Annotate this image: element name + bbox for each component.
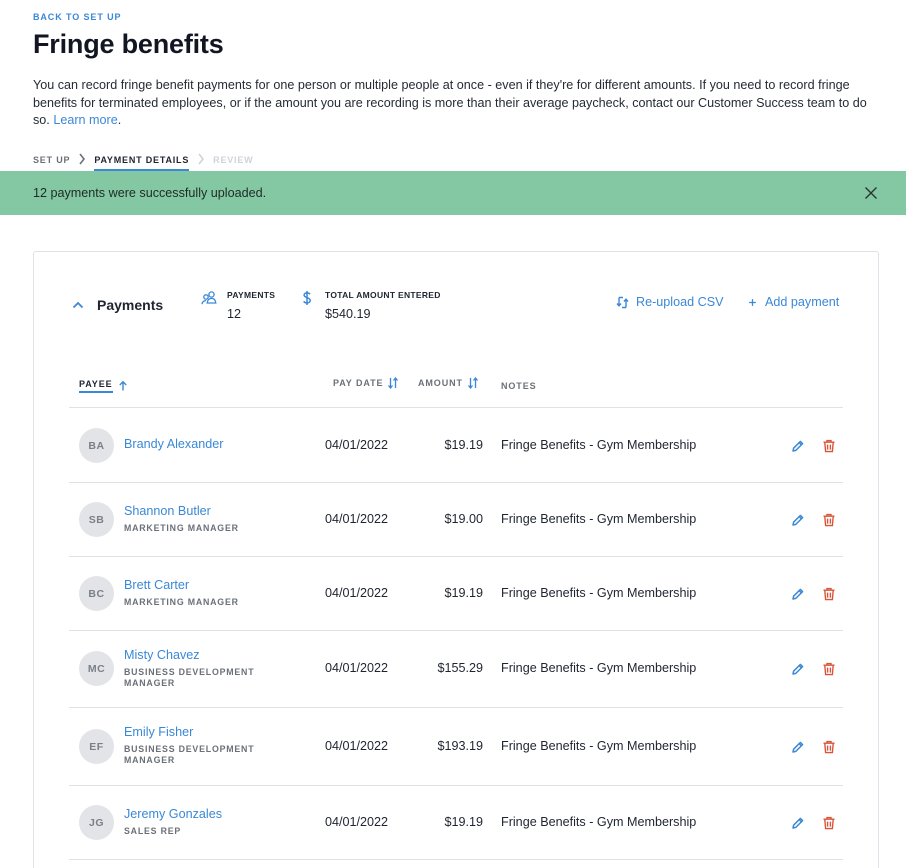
pay-date-header-label: PAY DATE bbox=[333, 378, 384, 388]
back-to-setup-link[interactable]: BACK TO SET UP bbox=[33, 12, 121, 22]
pencil-icon[interactable] bbox=[791, 740, 805, 754]
amount-cell: $19.00 bbox=[444, 512, 483, 526]
payee-name-link[interactable]: Brett Carter bbox=[124, 578, 189, 592]
column-pay-date[interactable]: PAY DATE bbox=[333, 377, 399, 389]
notes-cell: Fringe Benefits - Gym Membership bbox=[501, 739, 697, 753]
pay-date-cell: 04/01/2022 bbox=[325, 815, 389, 829]
amount-cell: $19.19 bbox=[444, 586, 483, 600]
plus-icon bbox=[749, 298, 756, 306]
trash-icon[interactable] bbox=[822, 439, 836, 453]
step-set-up[interactable]: SET UP bbox=[33, 151, 70, 171]
total-amount-value: $540.19 bbox=[325, 307, 371, 321]
trash-icon[interactable] bbox=[822, 587, 836, 601]
pencil-icon[interactable] bbox=[791, 816, 805, 830]
intro-end: . bbox=[117, 113, 122, 127]
step-review: REVIEW bbox=[213, 155, 254, 165]
table-row: SB Shannon Butler MARKETING MANAGER 04/01/2… bbox=[69, 483, 843, 557]
chevron-right-icon bbox=[198, 153, 205, 165]
chevron-up-icon[interactable] bbox=[72, 300, 84, 310]
trash-icon[interactable] bbox=[822, 816, 836, 830]
payee-name-link[interactable]: Jeremy Gonzales bbox=[124, 807, 222, 821]
payee-name-link[interactable]: Shannon Butler bbox=[124, 504, 211, 518]
table-row: MC Misty Chavez BUSINESS DEVELOPMENT MANAG… bbox=[69, 631, 843, 708]
payee-job-title: MARKETING MANAGER bbox=[124, 523, 239, 533]
payments-card: Payments PAYMENTS 12 TOTAL AMOUNT ENTERE… bbox=[33, 251, 879, 868]
amount-header-label: AMOUNT bbox=[418, 378, 463, 388]
intro-body: You can record fringe benefit payments f… bbox=[33, 78, 867, 127]
notes-cell: Fringe Benefits - Gym Membership bbox=[501, 586, 697, 600]
amount-cell: $155.29 bbox=[437, 661, 483, 675]
pay-date-cell: 04/01/2022 bbox=[325, 438, 389, 452]
amount-cell: $19.19 bbox=[444, 438, 483, 452]
notes-cell: Fringe Benefits - Gym Membership bbox=[501, 438, 697, 452]
avatar: EF bbox=[79, 729, 114, 764]
arrow-up-icon bbox=[118, 380, 127, 391]
notes-cell: Fringe Benefits - Gym Membership bbox=[501, 512, 697, 526]
table-row: EF Emily Fisher BUSINESS DEVELOPMENT MANAG… bbox=[69, 708, 843, 786]
payments-summary: Payments PAYMENTS 12 TOTAL AMOUNT ENTERE… bbox=[34, 252, 880, 352]
avatar: JG bbox=[79, 805, 114, 840]
payee-name-link[interactable]: Emily Fisher bbox=[124, 725, 193, 739]
reupload-csv-button[interactable]: Re-upload CSV bbox=[616, 295, 724, 309]
table-row: BA Brandy Alexander 04/01/2022 $19.19 Fringe… bbox=[69, 409, 843, 483]
payments-section-title: Payments bbox=[97, 297, 164, 313]
banner-message: 12 payments were successfully uploaded. bbox=[33, 186, 267, 200]
pay-date-cell: 04/01/2022 bbox=[325, 739, 389, 753]
intro-text: You can record fringe benefit payments f… bbox=[33, 77, 873, 130]
amount-cell: $193.19 bbox=[437, 739, 483, 753]
payee-header-label: PAYEE bbox=[79, 379, 113, 393]
table-row: JG Jeremy Gonzales SALES REP 04/01/2022 $19.… bbox=[69, 786, 843, 860]
payments-count-label: PAYMENTS bbox=[227, 290, 276, 300]
column-payee[interactable]: PAYEE bbox=[79, 379, 129, 393]
trash-icon[interactable] bbox=[822, 513, 836, 527]
amount-cell: $19.19 bbox=[444, 815, 483, 829]
pencil-icon[interactable] bbox=[791, 587, 805, 601]
payments-count-value: 12 bbox=[227, 307, 242, 321]
notes-header-label: NOTES bbox=[501, 381, 537, 391]
column-amount[interactable]: AMOUNT bbox=[418, 377, 479, 389]
payee-name-link[interactable]: Misty Chavez bbox=[124, 648, 200, 662]
trash-icon[interactable] bbox=[822, 662, 836, 676]
pencil-icon[interactable] bbox=[791, 513, 805, 527]
add-payment-button[interactable]: Add payment bbox=[747, 295, 839, 309]
pencil-icon[interactable] bbox=[791, 439, 805, 453]
payee-job-title: MARKETING MANAGER bbox=[124, 597, 239, 607]
column-notes: NOTES bbox=[501, 381, 537, 391]
payments-table-header: PAYEE PAY DATE AMOUNT NOTES bbox=[69, 362, 843, 408]
pay-date-cell: 04/01/2022 bbox=[325, 586, 389, 600]
dollar-icon bbox=[303, 291, 311, 305]
payee-name-link[interactable]: Brandy Alexander bbox=[124, 437, 223, 451]
people-icon bbox=[201, 291, 217, 305]
pencil-icon[interactable] bbox=[791, 662, 805, 676]
close-icon[interactable] bbox=[864, 186, 878, 200]
trash-icon[interactable] bbox=[822, 740, 836, 754]
table-row: BC Brett Carter MARKETING MANAGER 04/01/202… bbox=[69, 557, 843, 631]
add-payment-label: Add payment bbox=[765, 295, 840, 309]
total-amount-label: TOTAL AMOUNT ENTERED bbox=[325, 290, 441, 300]
step-payment-details[interactable]: PAYMENT DETAILS bbox=[94, 151, 190, 171]
chevron-right-icon bbox=[79, 153, 86, 165]
avatar: BA bbox=[79, 428, 114, 463]
payee-job-title: SALES REP bbox=[124, 826, 182, 836]
notes-cell: Fringe Benefits - Gym Membership bbox=[501, 815, 697, 829]
learn-more-link[interactable]: Learn more bbox=[53, 113, 117, 127]
avatar: SB bbox=[79, 502, 114, 537]
payee-job-title: BUSINESS DEVELOPMENT MANAGER bbox=[124, 744, 255, 765]
stepper: SET UP PAYMENT DETAILS REVIEW bbox=[33, 151, 253, 171]
success-banner: 12 payments were successfully uploaded. bbox=[0, 171, 906, 215]
pay-date-cell: 04/01/2022 bbox=[325, 512, 389, 526]
notes-cell: Fringe Benefits - Gym Membership bbox=[501, 661, 697, 675]
avatar: MC bbox=[79, 651, 114, 686]
reupload-csv-label: Re-upload CSV bbox=[636, 295, 724, 309]
avatar: BC bbox=[79, 576, 114, 611]
page-title: Fringe benefits bbox=[33, 29, 224, 59]
pay-date-cell: 04/01/2022 bbox=[325, 661, 389, 675]
swap-icon bbox=[616, 296, 629, 308]
sort-icon bbox=[388, 377, 399, 389]
sort-icon bbox=[467, 377, 478, 389]
payee-job-title: BUSINESS DEVELOPMENT MANAGER bbox=[124, 667, 255, 688]
